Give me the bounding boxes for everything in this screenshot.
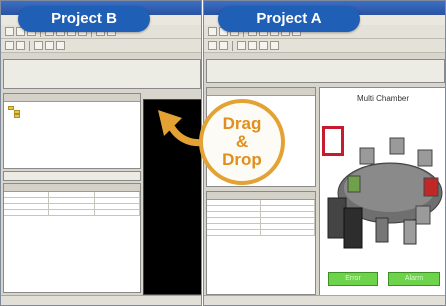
window-a-toolbar-2 [204,39,445,53]
workspace-strip [3,59,201,89]
workspace-strip [206,59,445,83]
project-tree-panel [3,93,141,169]
window-b-toolbar-2 [1,39,201,53]
properties-grid [3,183,141,293]
properties-header [4,184,140,192]
toolbar-button[interactable] [208,41,217,50]
toolbar-button[interactable] [270,41,279,50]
drop-text: Drop [222,150,262,169]
window-a-statusbar [204,295,445,305]
project-b-label: Project B [18,6,150,32]
tab-strip[interactable] [3,171,141,181]
toolbar-button[interactable] [56,41,65,50]
toolbar-button[interactable] [16,41,25,50]
project-tree[interactable] [8,106,20,118]
drag-and-drop-badge: Drag & Drop [199,99,285,185]
selected-item-highlight [322,126,344,156]
toolbar-button[interactable] [237,41,246,50]
toolbar-button[interactable] [34,41,43,50]
toolbar-button[interactable] [208,27,217,36]
toolbar-button[interactable] [5,41,14,50]
grid-row[interactable] [4,210,140,216]
project-b-window [0,0,202,306]
multi-chamber-view[interactable]: Multi Chamber Error Alarm [319,87,445,297]
toolbar-button[interactable] [5,27,14,36]
toolbar-separator [29,40,30,51]
properties-header [207,192,315,200]
toolbar-button[interactable] [219,41,228,50]
folder-icon [14,114,20,118]
project-tree-header [4,94,140,102]
ampersand-text: & [235,132,249,151]
window-b-statusbar [1,295,201,305]
properties-grid [206,191,316,295]
toolbar-button[interactable] [248,41,257,50]
tree-panel-header [207,88,315,96]
error-button[interactable]: Error [328,272,378,286]
project-a-label: Project A [218,6,360,32]
grid-row[interactable] [207,230,315,236]
toolbar-separator [232,40,233,51]
chamber-illustration [327,137,443,249]
toolbar-button[interactable] [259,41,268,50]
drag-text: Drag [222,114,262,133]
tree-item[interactable] [8,114,20,118]
toolbar-button[interactable] [45,41,54,50]
alarm-button[interactable]: Alarm [388,272,440,286]
